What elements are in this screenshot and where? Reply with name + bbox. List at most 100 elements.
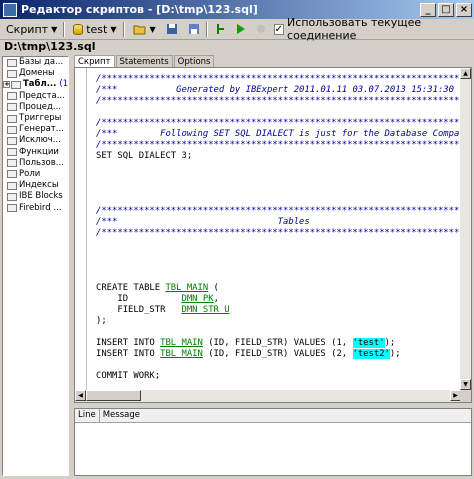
tab[interactable]: Statements bbox=[115, 55, 173, 67]
use-connection-checkbox[interactable]: ✓ bbox=[273, 23, 285, 35]
horizontal-scrollbar[interactable]: ◀ ▶ bbox=[75, 390, 461, 402]
use-connection-label: Использовать текущее соединение bbox=[287, 16, 422, 42]
stop-button[interactable] bbox=[251, 20, 270, 38]
tree-node-icon bbox=[7, 103, 17, 112]
expand-icon[interactable]: + bbox=[3, 81, 10, 89]
step-button[interactable] bbox=[211, 20, 230, 38]
save-button[interactable] bbox=[161, 20, 182, 38]
scroll-corner bbox=[460, 390, 471, 402]
save-as-button[interactable] bbox=[183, 20, 204, 38]
code-text: COMMIT WORK; bbox=[96, 371, 161, 381]
folder-icon bbox=[133, 25, 145, 35]
tree-item[interactable]: Генерат... bbox=[3, 124, 68, 135]
tree-item[interactable]: Индексы bbox=[3, 180, 68, 191]
close-button[interactable]: × bbox=[456, 2, 472, 17]
string-literal: 'test' bbox=[352, 338, 385, 348]
comment: /***************************************… bbox=[96, 118, 461, 128]
open-button[interactable]: ▼ bbox=[128, 20, 160, 38]
play-icon bbox=[236, 24, 245, 34]
tree-item-label: Генерат... bbox=[19, 124, 64, 135]
chevron-down-icon: ▼ bbox=[149, 24, 156, 34]
toolbar-separator bbox=[63, 21, 66, 37]
code-line: FIELD_STR DMN_STR_U bbox=[96, 305, 230, 316]
tree-item[interactable]: IBE Blocks bbox=[3, 191, 68, 202]
tree-item[interactable]: Триггеры bbox=[3, 113, 68, 124]
code-text: ( bbox=[208, 283, 219, 293]
tree-node-icon bbox=[7, 170, 17, 179]
scroll-left-icon[interactable]: ◀ bbox=[75, 390, 86, 401]
tree-item-label: Роли bbox=[19, 168, 41, 179]
tree-item[interactable]: Пользов... bbox=[3, 158, 68, 169]
tree-item[interactable]: Процед... bbox=[3, 102, 68, 113]
code-line: /***************************************… bbox=[96, 228, 461, 239]
tree-node-icon bbox=[7, 192, 17, 201]
run-button[interactable] bbox=[231, 20, 250, 38]
tab[interactable]: Options bbox=[173, 55, 215, 67]
vertical-scrollbar[interactable]: ▲ ▼ bbox=[460, 68, 471, 390]
col-message[interactable]: Message bbox=[100, 409, 143, 422]
tree-item-label: Домены bbox=[19, 68, 55, 79]
tree-node-icon bbox=[7, 69, 17, 78]
identifier-link[interactable]: TBL_MAIN bbox=[160, 338, 203, 348]
comment: /***************************************… bbox=[96, 206, 461, 216]
scroll-up-icon[interactable]: ▲ bbox=[460, 68, 471, 79]
code-line: /***************************************… bbox=[96, 96, 461, 107]
messages-header: Line Message bbox=[75, 409, 471, 423]
tree-item-label: Исключ... bbox=[19, 135, 61, 146]
chevron-down-icon: ▼ bbox=[110, 24, 117, 34]
code-line: ID DMN_PK, bbox=[96, 294, 219, 305]
comment: /***************************************… bbox=[96, 140, 461, 150]
identifier-link[interactable]: DMN_PK bbox=[182, 294, 214, 304]
tree-node-icon bbox=[7, 148, 17, 157]
identifier-link[interactable]: DMN_STR_U bbox=[182, 305, 230, 315]
code-text: (ID, FIELD_STR) VALUES (2, bbox=[202, 349, 353, 359]
tree-item[interactable]: Функции bbox=[3, 147, 68, 158]
tree-item[interactable]: Предста... bbox=[3, 91, 68, 102]
code-line: ); bbox=[96, 316, 107, 327]
code-line: COMMIT WORK; bbox=[96, 371, 160, 382]
tree-node-icon bbox=[7, 58, 17, 67]
minimize-button[interactable]: _ bbox=[420, 2, 436, 17]
connection-select[interactable]: test ▼ bbox=[69, 20, 121, 38]
tree-item[interactable]: Домены bbox=[3, 68, 68, 79]
col-line[interactable]: Line bbox=[75, 409, 100, 422]
tree-item-label: Пользов... bbox=[19, 157, 64, 168]
tree-item[interactable]: Firebird ... bbox=[3, 202, 68, 213]
code-area[interactable]: /***************************************… bbox=[75, 68, 461, 390]
code-text: ); bbox=[389, 349, 401, 359]
tree-node-icon bbox=[7, 181, 17, 190]
scroll-down-icon[interactable]: ▼ bbox=[460, 379, 471, 390]
gutter-separator bbox=[86, 68, 87, 390]
script-menu-button[interactable]: Скрипт ▼ bbox=[2, 20, 62, 38]
code-line: /***************************************… bbox=[96, 206, 461, 217]
code-text: SET SQL DIALECT 3; bbox=[96, 151, 193, 161]
comment: /*** Following SET SQL DIALECT is just f… bbox=[96, 129, 460, 139]
file-path: D:\tmp\123.sql bbox=[4, 40, 96, 53]
tree-item[interactable]: Исключ... bbox=[3, 135, 68, 146]
tree-node-icon bbox=[7, 204, 17, 213]
tree-item[interactable]: Базы да... bbox=[3, 57, 68, 68]
identifier-link[interactable]: TBL_MAIN bbox=[165, 283, 208, 293]
tree-item[interactable]: Роли bbox=[3, 169, 68, 180]
comment: /*** Generated by IBExpert 2011.01.11 03… bbox=[96, 85, 454, 95]
script-editor[interactable]: /***************************************… bbox=[74, 67, 472, 403]
code-text: INSERT INTO bbox=[96, 338, 161, 348]
comment: /***************************************… bbox=[96, 74, 461, 84]
tree-item-label: Предста... bbox=[19, 90, 65, 101]
tree-item-label: Индексы bbox=[19, 180, 59, 191]
code-line: INSERT INTO TBL_MAIN (ID, FIELD_STR) VAL… bbox=[96, 349, 401, 360]
tree-item-label: IBE Blocks bbox=[19, 191, 63, 202]
code-line: /*** Following SET SQL DIALECT is just f… bbox=[96, 129, 459, 140]
floppy-icon bbox=[166, 24, 177, 34]
maximize-button[interactable]: □ bbox=[438, 2, 454, 17]
code-text: ID bbox=[96, 294, 182, 304]
tree-item[interactable]: + Табл...(1) bbox=[3, 79, 68, 90]
object-tree[interactable]: Базы да...Домены + Табл...(1)Предста...Про… bbox=[2, 56, 69, 476]
tree-item-label: Базы да... bbox=[19, 57, 64, 68]
scroll-thumb[interactable] bbox=[86, 390, 141, 401]
script-menu-label: Скрипт bbox=[6, 22, 49, 36]
floppy-icon bbox=[188, 24, 199, 34]
step-icon bbox=[216, 24, 224, 34]
identifier-link[interactable]: TBL_MAIN bbox=[160, 349, 203, 359]
connection-label: test bbox=[86, 22, 108, 36]
